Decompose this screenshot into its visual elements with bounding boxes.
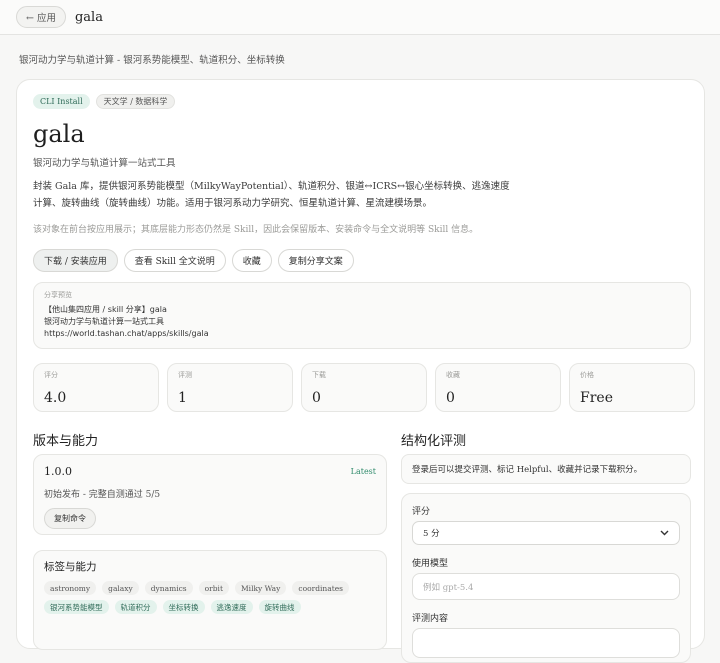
page-subtitle: 银河动力学与轨道计算 - 银河系势能模型、轨道积分、坐标转换 [19,55,285,66]
stats-row: 评分 4.0 评测 1 下载 0 收藏 0 价格 Free [33,363,695,412]
version-number: 1.0.0 [44,465,72,478]
app-name: gala [33,120,85,148]
stat-value: 1 [178,390,187,406]
view-skill-doc-button[interactable]: 查看 Skill 全文说明 [123,249,226,272]
tags-list: astronomy galaxy dynamics orbit Milky Wa… [44,581,378,614]
copy-share-text-button[interactable]: 复制分享文案 [277,249,354,272]
model-label: 使用模型 [412,559,449,569]
share-line-1: 【他山集四应用 / skill 分享】gala [44,305,167,314]
tag: Milky Way [234,581,287,595]
share-line-2: 银河动力学与轨道计算一站式工具 [44,317,164,326]
score-select[interactable]: 5 分 [412,521,680,545]
stat-value: 0 [312,390,321,406]
share-preview: 分享预览 【他山集四应用 / skill 分享】gala 银河动力学与轨道计算一… [33,282,691,349]
version-card: 1.0.0 Latest 初始发布 - 完整自测通过 5/5 复制命令 [33,454,387,535]
action-row: 下载 / 安装应用 查看 Skill 全文说明 收藏 复制分享文案 [33,249,354,272]
tags-card: 标签与能力 astronomy galaxy dynamics orbit Mi… [33,550,387,650]
chevron-down-icon [660,530,669,536]
stat-label: 评测 [178,371,192,379]
install-type-badge: CLI Install [33,94,90,109]
tag: astronomy [44,581,97,595]
login-note: 登录后可以提交评测、标记 Helpful、收藏并记录下载积分。 [401,454,691,484]
capability-tag: 银河系势能模型 [44,600,109,614]
category-badge: 天文学 / 数据科学 [95,94,176,109]
stat-label: 收藏 [446,371,460,379]
stat-favorites: 收藏 0 [435,363,561,412]
capability-tag: 逃逸速度 [210,600,253,614]
stat-downloads: 下载 0 [301,363,427,412]
app-description: 封装 Gala 库，提供银河系势能模型（MilkyWayPotential）、轨… [33,181,510,209]
tag: dynamics [144,581,193,595]
version-description: 初始发布 - 完整自测通过 5/5 [44,490,161,500]
download-install-button[interactable]: 下载 / 安装应用 [33,249,118,272]
stat-value: Free [580,390,613,406]
score-select-value: 5 分 [423,529,440,539]
copy-command-button[interactable]: 复制命令 [44,508,96,529]
content-label: 评测内容 [412,614,449,624]
app-tagline: 银河动力学与轨道计算一站式工具 [33,158,176,169]
stat-label: 价格 [580,371,594,379]
score-label: 评分 [412,507,431,517]
model-input[interactable]: 例如 gpt-5.4 [412,573,680,600]
review-form: 评分 5 分 使用模型 例如 gpt-5.4 评测内容 [401,493,691,663]
page-title: gala [74,9,103,25]
stat-reviews: 评测 1 [167,363,293,412]
capability-tag: 轨道积分 [114,600,157,614]
favorite-button[interactable]: 收藏 [231,249,272,272]
capability-tag: 旋转曲线 [258,600,301,614]
stat-value: 0 [446,390,455,406]
review-section-title: 结构化评测 [401,434,467,449]
versions-section-title: 版本与能力 [33,434,99,449]
content-textarea[interactable] [412,628,680,658]
tag: galaxy [102,581,139,595]
share-preview-label: 分享预览 [44,291,72,299]
tags-title: 标签与能力 [44,561,97,573]
stat-label: 评分 [44,371,58,379]
capability-tag: 坐标转换 [162,600,205,614]
app-detail-card: CLI Install 天文学 / 数据科学 gala 银河动力学与轨道计算一站… [16,79,705,663]
skill-note: 该对象在前台按应用展示；其底层能力形态仍然是 Skill，因此会保留版本、安装命… [33,225,479,235]
stat-value: 4.0 [44,390,67,406]
tag: orbit [198,581,229,595]
stat-label: 下载 [312,371,326,379]
latest-badge: Latest [350,467,376,476]
top-bar: ← 应用 gala [0,0,720,35]
stat-price: 价格 Free [569,363,695,412]
badge-row: CLI Install 天文学 / 数据科学 [33,94,176,109]
share-line-3: https://world.tashan.chat/apps/skills/ga… [44,329,209,338]
back-button[interactable]: ← 应用 [16,6,66,28]
tag: coordinates [292,581,350,595]
stat-rating: 评分 4.0 [33,363,159,412]
